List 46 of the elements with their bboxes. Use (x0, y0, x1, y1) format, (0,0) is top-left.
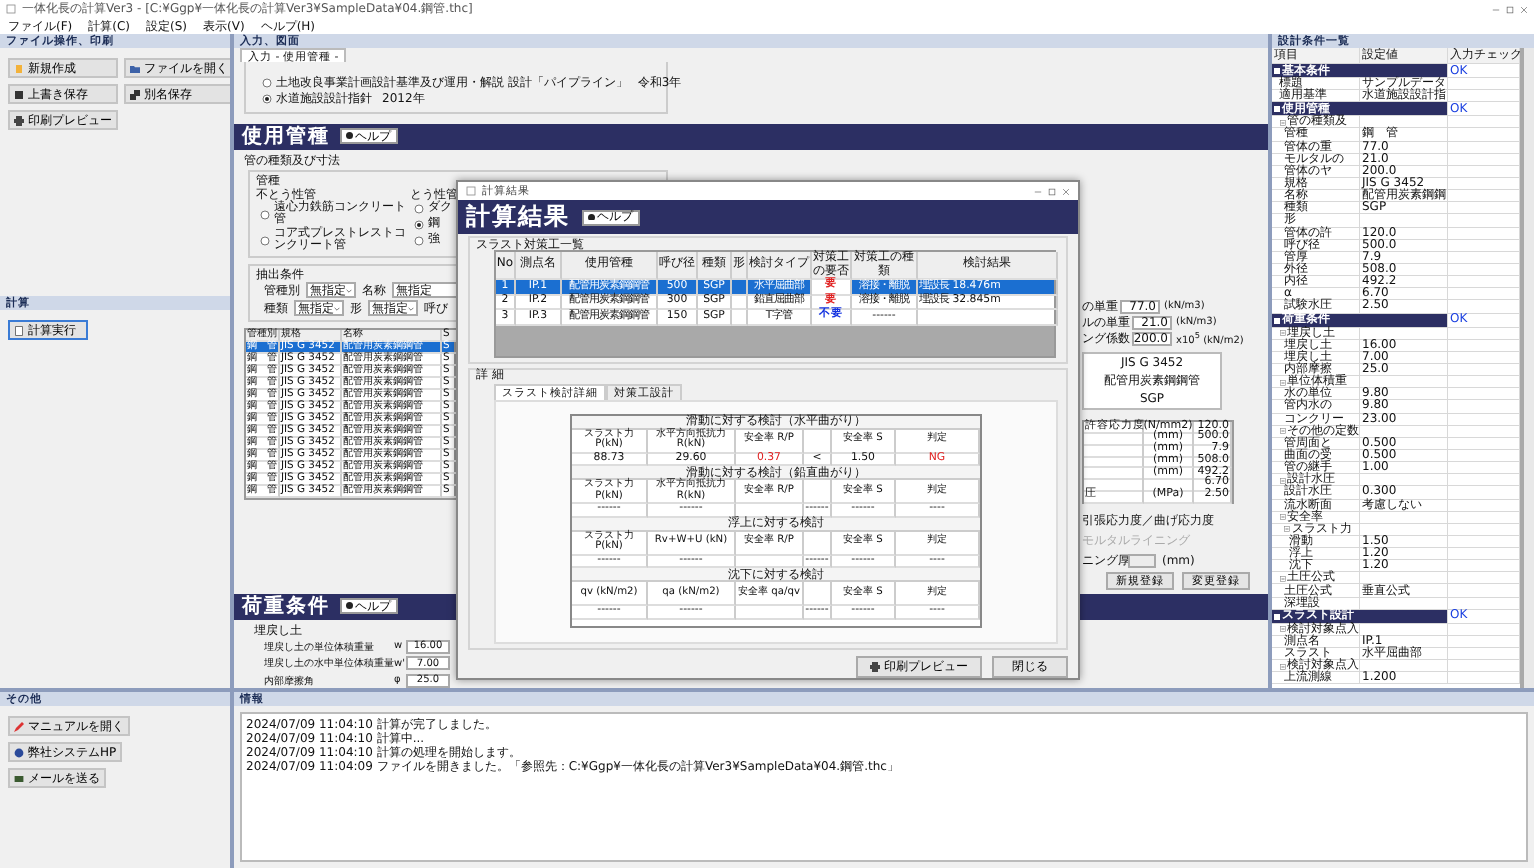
section-title: 使用管種 (242, 123, 330, 150)
folder-icon (130, 63, 140, 73)
radio-button[interactable] (260, 209, 270, 220)
document-icon (14, 63, 24, 73)
collapse-icon[interactable] (1279, 575, 1285, 582)
printer-icon (870, 661, 880, 671)
pen-icon (14, 721, 24, 731)
square-icon (1274, 68, 1280, 74)
collapse-icon[interactable] (1279, 330, 1285, 337)
close-icon[interactable] (1062, 187, 1070, 195)
globe-icon (14, 747, 24, 757)
radio-button[interactable] (260, 235, 270, 246)
caret-icon (334, 305, 340, 312)
help-icon (346, 602, 353, 610)
minimize-icon[interactable] (1034, 187, 1042, 195)
collapse-icon[interactable] (1279, 428, 1285, 435)
maximize-icon[interactable] (1506, 5, 1514, 13)
radio-button[interactable] (262, 77, 272, 87)
square-icon (1274, 613, 1280, 620)
printer-icon (14, 115, 24, 125)
collapse-icon[interactable] (1279, 626, 1285, 633)
collapse-icon[interactable] (1279, 514, 1285, 521)
number-field[interactable] (1128, 554, 1156, 569)
calculator-icon (14, 325, 24, 335)
minimize-icon[interactable] (1492, 5, 1500, 13)
collapse-icon[interactable] (1279, 663, 1285, 670)
radio-button[interactable] (414, 236, 424, 246)
envelope-icon (14, 773, 24, 783)
square-icon (1274, 106, 1280, 113)
radio-button[interactable] (414, 204, 424, 214)
section-title: 荷重条件 (242, 593, 330, 620)
radio-button[interactable] (414, 220, 424, 230)
close-icon[interactable] (1520, 5, 1528, 13)
maximize-icon[interactable] (1048, 187, 1056, 195)
collapse-icon[interactable] (1279, 477, 1285, 484)
help-icon (346, 132, 353, 140)
banner-title: 計算結果 (466, 200, 570, 234)
caret-icon (408, 305, 414, 312)
collapse-icon[interactable] (1279, 379, 1285, 386)
help-icon (588, 213, 595, 221)
scrollbar[interactable] (1524, 48, 1534, 688)
collapse-icon[interactable] (1284, 526, 1290, 533)
square-icon (1274, 317, 1280, 324)
collapse-icon[interactable] (1279, 119, 1285, 126)
caret-icon (346, 287, 352, 294)
radio-button[interactable] (262, 93, 272, 103)
